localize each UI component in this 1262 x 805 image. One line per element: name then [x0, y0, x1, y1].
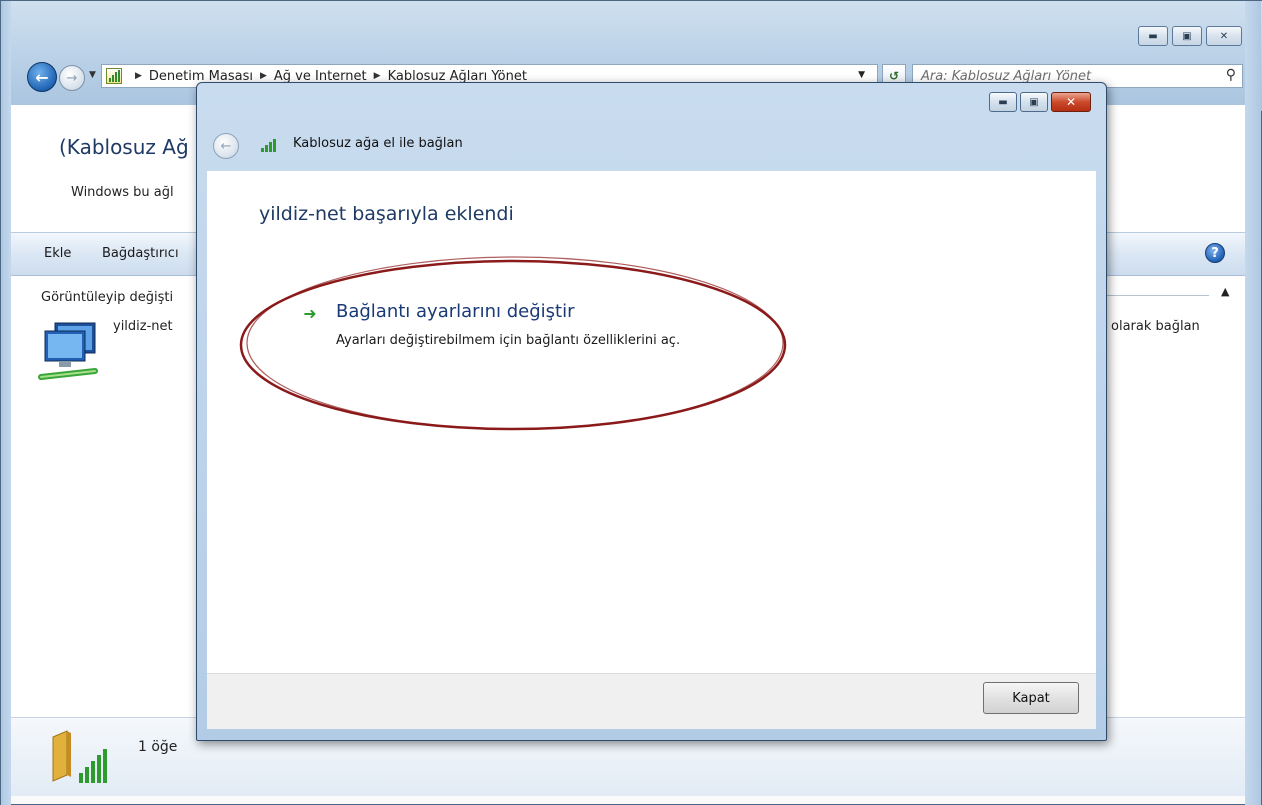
address-dropdown-icon[interactable]: ▼	[858, 70, 865, 80]
add-button[interactable]: Ekle	[44, 246, 71, 261]
close-icon: ✕	[1065, 95, 1077, 109]
forward-arrow-icon: →	[66, 70, 78, 86]
manual-connect-dialog: ▬ ▣ ✕ ← Kablosuz ağa el ile bağlan yildi…	[196, 82, 1107, 741]
dialog-footer	[207, 673, 1096, 729]
breadcrumb-separator-icon: ▶	[259, 71, 267, 81]
network-status-text: olarak bağlan	[1111, 319, 1200, 334]
search-icon[interactable]: ⚲	[1226, 67, 1236, 83]
green-arrow-icon[interactable]: ➜	[302, 304, 318, 323]
help-icon[interactable]: ?	[1205, 243, 1225, 263]
recent-pages-chevron-icon[interactable]: ▼	[89, 70, 96, 80]
group-divider	[1107, 295, 1209, 296]
close-icon: ✕	[1219, 30, 1229, 42]
forward-button[interactable]: →	[59, 65, 85, 91]
network-folder-icon	[106, 68, 122, 84]
maximize-icon: ▣	[1029, 96, 1039, 108]
maximize-button[interactable]: ▣	[1172, 26, 1202, 46]
breadcrumb-separator-icon: ▶	[135, 71, 142, 81]
network-list-header: Görüntüleyip değişti	[41, 290, 174, 305]
close-window-button[interactable]: ✕	[1206, 26, 1242, 46]
minimize-icon: ▬	[1148, 30, 1158, 42]
window-controls: ▬ ▣ ✕	[1138, 26, 1242, 46]
minimize-icon: ▬	[998, 96, 1008, 108]
minimize-button[interactable]: ▬	[1138, 26, 1168, 46]
dialog-maximize-button[interactable]: ▣	[1020, 92, 1048, 112]
item-count: 1 öğe	[138, 739, 178, 755]
close-button[interactable]: Kapat	[983, 682, 1079, 714]
page-description: Windows bu ağl	[71, 185, 174, 200]
window-frame-left	[1, 1, 11, 805]
network-folder-icon	[52, 730, 107, 783]
back-arrow-icon: ←	[35, 67, 49, 87]
dialog-close-button[interactable]: ✕	[1051, 92, 1091, 112]
dialog-back-button[interactable]: ←	[213, 133, 239, 159]
dialog-minimize-button[interactable]: ▬	[989, 92, 1017, 112]
adapter-properties-button[interactable]: Bağdaştırıcı	[102, 246, 179, 261]
maximize-icon: ▣	[1182, 30, 1192, 42]
page-title: (Kablosuz Ağ	[59, 135, 189, 159]
breadcrumb-separator-icon: ▶	[373, 71, 381, 81]
change-connection-settings-link[interactable]: Bağlantı ayarlarını değiştir	[336, 301, 574, 322]
wireless-signal-icon	[261, 138, 279, 152]
refresh-icon: ↺	[888, 69, 900, 83]
wireless-network-icon[interactable]	[33, 319, 103, 389]
network-item-label[interactable]: yildiz-net	[113, 319, 173, 334]
collapse-icon[interactable]: ▲	[1221, 285, 1229, 298]
dialog-title: Kablosuz ağa el ile bağlan	[293, 136, 463, 151]
dialog-window-controls: ▬ ▣ ✕	[989, 92, 1091, 112]
change-connection-settings-description: Ayarları değiştirebilmem için bağlantı ö…	[336, 333, 681, 348]
back-arrow-icon: ←	[220, 138, 232, 154]
window-frame-right	[1245, 1, 1261, 805]
back-button[interactable]: ←	[27, 62, 57, 92]
success-heading: yildiz-net başarıyla eklendi	[259, 203, 514, 225]
